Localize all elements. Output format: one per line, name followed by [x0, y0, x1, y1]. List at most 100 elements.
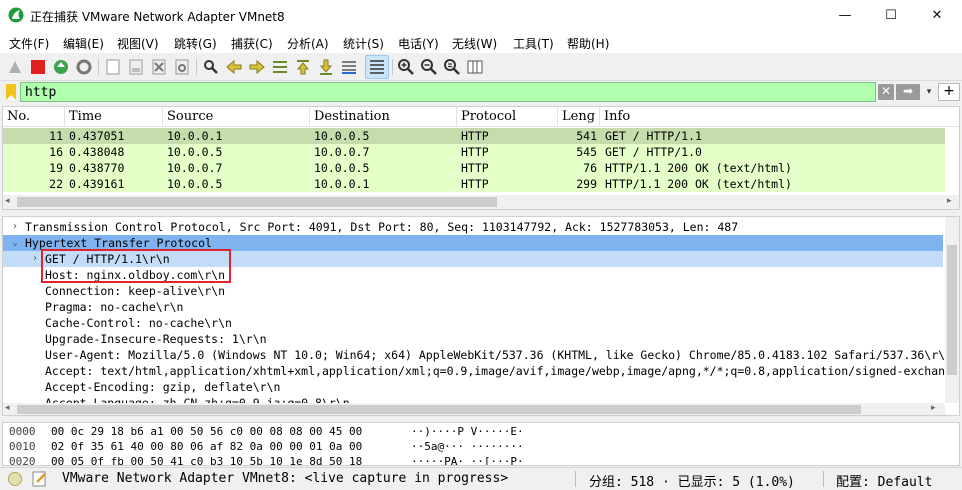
- packet-length: 541: [576, 129, 597, 143]
- detail-line[interactable]: Cache-Control: no-cache\r\n: [3, 315, 943, 331]
- menu-capture[interactable]: 捕获(C): [231, 35, 273, 52]
- column-header-info[interactable]: Info: [600, 107, 959, 127]
- packet-row[interactable]: 19 0.438770 10.0.0.7 10.0.0.5 HTTP HTTP/1.1 2…: [3, 160, 945, 176]
- menu-go[interactable]: 跳转(G): [174, 35, 217, 52]
- detail-text: Accept-Encoding: gzip, deflate\r\n: [45, 380, 281, 394]
- status-bar: VMware Network Adapter VMnet8: <live cap…: [0, 467, 962, 490]
- go-last-icon[interactable]: [317, 58, 335, 76]
- scroll-left-icon[interactable]: ◂: [5, 196, 10, 206]
- menu-analyze[interactable]: 分析(A): [287, 35, 329, 52]
- detail-line[interactable]: Accept: text/html,application/xhtml+xml,…: [3, 363, 959, 379]
- detail-text: Connection: keep-alive\r\n: [45, 284, 226, 298]
- menu-telephony[interactable]: 电话(Y): [398, 35, 439, 52]
- packet-info: HTTP/1.1 200 OK (text/html): [605, 161, 792, 175]
- byte-offset: 0000: [9, 425, 36, 438]
- detail-line[interactable]: Connection: keep-alive\r\n: [3, 283, 943, 299]
- maximize-button[interactable]: ☐: [868, 0, 914, 31]
- zoom-in-icon[interactable]: [397, 58, 415, 76]
- packet-row[interactable]: 16 0.438048 10.0.0.5 10.0.0.7 HTTP GET / HTTP…: [3, 144, 945, 160]
- detail-text: Accept: text/html,application/xhtml+xml,…: [45, 364, 959, 378]
- display-filter-bar: ✕ ➡ ▾ +: [0, 81, 962, 103]
- menu-view[interactable]: 视图(V): [117, 35, 159, 52]
- packet-count-text: 分组: 518 · 已显示: 5 (1.0%): [589, 475, 795, 490]
- ascii-bytes: ··5a@··· ········: [411, 440, 524, 453]
- packet-length: 76: [583, 161, 597, 175]
- detail-line[interactable]: Accept-Encoding: gzip, deflate\r\n: [3, 379, 943, 395]
- detail-text: Pragma: no-cache\r\n: [45, 300, 184, 314]
- autoscroll-icon[interactable]: [340, 58, 358, 76]
- detail-line[interactable]: › Transmission Control Protocol, Src Port…: [3, 219, 943, 235]
- profile-text[interactable]: 配置: Default: [836, 471, 932, 490]
- scroll-right-icon[interactable]: ▸: [947, 196, 952, 206]
- column-header-protocol[interactable]: Protocol: [457, 107, 558, 127]
- packet-list-horizontal-scrollbar[interactable]: ◂ ▸: [3, 195, 959, 209]
- go-to-packet-icon[interactable]: [271, 58, 289, 76]
- byte-offset: 0010: [9, 440, 36, 453]
- add-filter-button[interactable]: +: [938, 83, 960, 101]
- expand-arrow-icon[interactable]: ›: [9, 219, 21, 235]
- byte-offset: 0020: [9, 455, 36, 466]
- capture-options-icon[interactable]: [75, 58, 93, 76]
- save-file-icon[interactable]: [127, 58, 145, 76]
- capture-comment-icon[interactable]: [32, 471, 48, 490]
- restart-capture-icon[interactable]: [52, 58, 70, 76]
- title-bar: 正在捕获 VMware Network Adapter VMnet8 — ☐ ✕: [0, 0, 962, 31]
- expand-arrow-icon[interactable]: ›: [29, 251, 41, 267]
- column-header-no[interactable]: No.: [3, 107, 65, 127]
- detail-line[interactable]: Pragma: no-cache\r\n: [3, 299, 943, 315]
- minimize-button[interactable]: —: [822, 0, 868, 31]
- wireshark-fin-icon: [8, 7, 24, 23]
- hex-bytes: 00 05 0f fb 00 50 41 c0 b3 10 5b 10 1e 8…: [51, 455, 363, 466]
- column-header-source[interactable]: Source: [163, 107, 310, 127]
- scroll-right-icon[interactable]: ▸: [931, 403, 936, 413]
- filter-history-dropdown[interactable]: ▾: [922, 83, 936, 101]
- scrollbar-thumb[interactable]: [17, 197, 497, 207]
- packet-row[interactable]: 11 0.437051 10.0.0.1 10.0.0.5 HTTP GET / HTTP…: [3, 128, 945, 144]
- menu-tools[interactable]: 工具(T): [513, 35, 554, 52]
- go-first-icon[interactable]: [294, 58, 312, 76]
- find-packet-icon[interactable]: [202, 58, 220, 76]
- close-file-icon[interactable]: [150, 58, 168, 76]
- column-header-time[interactable]: Time: [65, 107, 163, 127]
- zoom-out-icon[interactable]: [420, 58, 438, 76]
- window-title: 正在捕获 VMware Network Adapter VMnet8: [30, 10, 285, 24]
- details-horizontal-scrollbar[interactable]: ◂ ▸: [3, 403, 945, 415]
- go-back-icon[interactable]: [225, 58, 243, 76]
- colorize-icon[interactable]: [365, 55, 389, 79]
- menu-file[interactable]: 文件(F): [9, 35, 49, 52]
- stop-capture-icon[interactable]: [29, 58, 47, 76]
- detail-line[interactable]: Upgrade-Insecure-Requests: 1\r\n: [3, 331, 943, 347]
- bookmark-icon[interactable]: [4, 84, 18, 100]
- shark-fin-start-icon[interactable]: [6, 58, 24, 76]
- packet-info: HTTP/1.1 200 OK (text/html): [605, 177, 792, 191]
- column-header-length[interactable]: Leng: [558, 107, 600, 127]
- close-button[interactable]: ✕: [914, 0, 960, 31]
- reload-icon[interactable]: [173, 58, 191, 76]
- column-header-destination[interactable]: Destination: [310, 107, 457, 127]
- menu-edit[interactable]: 编辑(E): [63, 35, 104, 52]
- detail-text: User-Agent: Mozilla/5.0 (Windows NT 10.0…: [45, 348, 952, 362]
- detail-text: Cache-Control: no-cache\r\n: [45, 316, 232, 330]
- display-filter-input[interactable]: [20, 82, 876, 102]
- packet-row[interactable]: 22 0.439161 10.0.0.5 10.0.0.1 HTTP HTTP/1.1 2…: [3, 176, 945, 192]
- apply-filter-icon[interactable]: ➡: [896, 84, 920, 100]
- detail-text: Upgrade-Insecure-Requests: 1\r\n: [45, 332, 267, 346]
- scroll-left-icon[interactable]: ◂: [5, 403, 10, 413]
- packet-info: GET / HTTP/1.0: [605, 145, 702, 159]
- menu-wireless[interactable]: 无线(W): [452, 35, 497, 52]
- collapse-arrow-icon[interactable]: ⌄: [9, 235, 21, 251]
- resize-columns-icon[interactable]: [466, 58, 484, 76]
- annotation-highlight-box: [41, 249, 231, 283]
- zoom-normal-icon[interactable]: [443, 58, 461, 76]
- menu-help[interactable]: 帮助(H): [567, 35, 609, 52]
- scrollbar-thumb[interactable]: [17, 405, 861, 414]
- open-file-icon[interactable]: [104, 58, 122, 76]
- scrollbar-thumb[interactable]: [947, 245, 957, 375]
- details-vertical-scrollbar[interactable]: [945, 217, 959, 403]
- packet-length: 545: [576, 145, 597, 159]
- clear-filter-icon[interactable]: ✕: [878, 84, 894, 100]
- expert-info-icon[interactable]: [8, 472, 22, 486]
- menu-statistics[interactable]: 统计(S): [343, 35, 384, 52]
- detail-line[interactable]: User-Agent: Mozilla/5.0 (Windows NT 10.0…: [3, 347, 952, 363]
- go-forward-icon[interactable]: [248, 58, 266, 76]
